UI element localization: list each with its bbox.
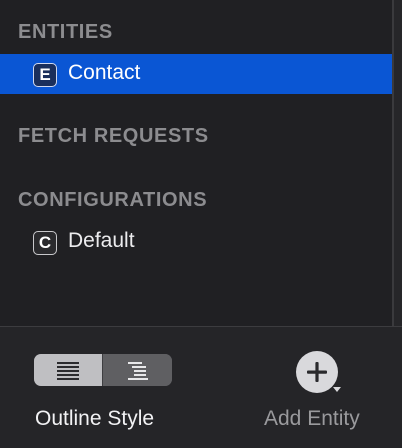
add-entity-button[interactable] (295, 351, 341, 395)
outline-item-label: Default (68, 229, 135, 252)
list-hierarchy-icon (128, 362, 150, 382)
data-model-editor-panel: ENTITIES E Contact FETCH REQUESTS CONFIG… (0, 0, 402, 448)
outline-item-label: Contact (68, 61, 141, 84)
outline-style-segmented-control (34, 354, 172, 386)
section-header-entities: ENTITIES (18, 21, 113, 43)
add-entity-label: Add Entity (264, 407, 360, 430)
editor-pane-edge (394, 0, 402, 326)
section-header-configurations: CONFIGURATIONS (18, 189, 208, 211)
outline-style-flat-button[interactable] (34, 354, 103, 386)
entity-icon: E (33, 63, 57, 87)
outline-style-label: Outline Style (35, 407, 155, 430)
configuration-icon: C (33, 231, 57, 255)
entity-outline: ENTITIES E Contact FETCH REQUESTS CONFIG… (0, 0, 392, 326)
outline-item-default[interactable]: C Default (0, 222, 392, 262)
outline-item-contact[interactable]: E Contact (0, 54, 392, 94)
editor-bottom-bar: Outline Style Add Entity (0, 327, 402, 448)
section-header-fetch-requests: FETCH REQUESTS (18, 125, 209, 147)
list-flat-icon (57, 362, 79, 382)
outline-style-hierarchy-button[interactable] (103, 354, 172, 386)
plus-circle-dropdown-icon (296, 351, 341, 393)
